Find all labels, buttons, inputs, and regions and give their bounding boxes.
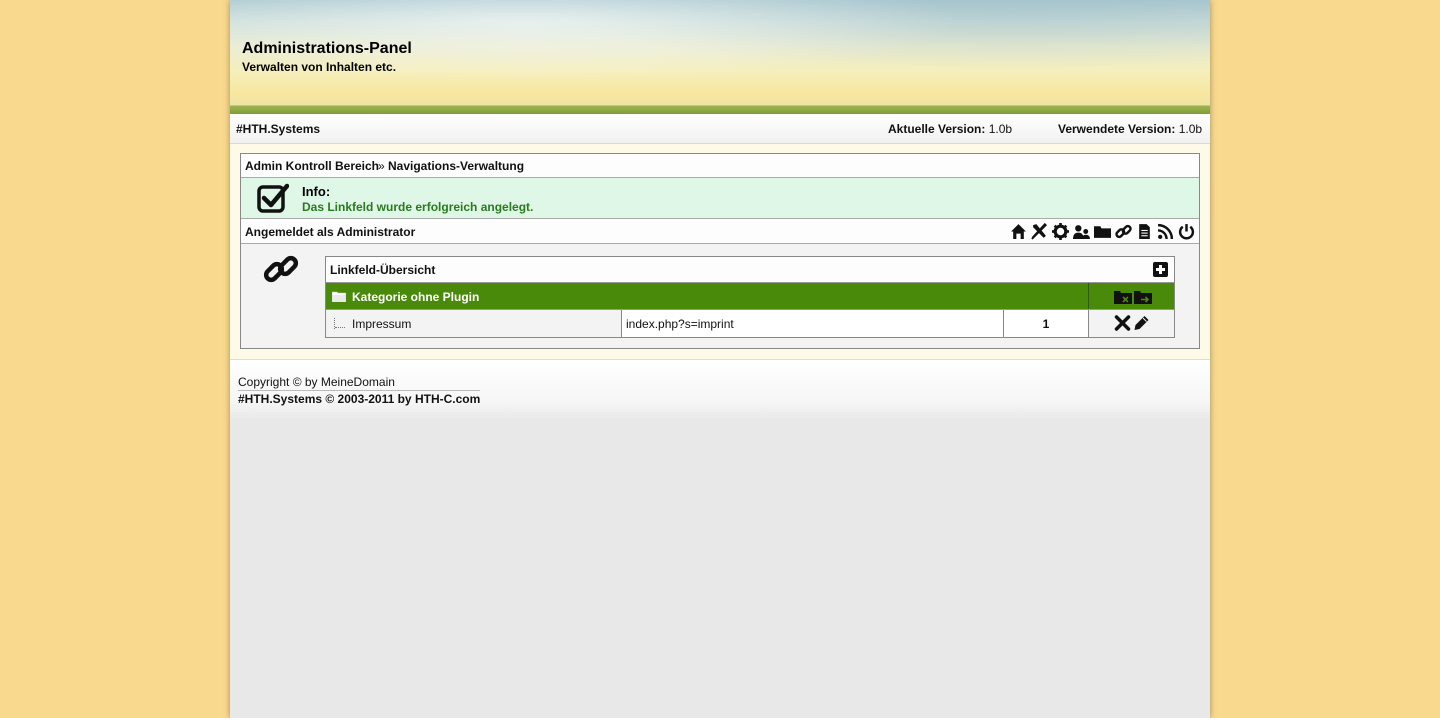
breadcrumb-root[interactable]: Admin Kontroll Bereich [245, 159, 379, 173]
link-name: Impressum [352, 317, 412, 331]
breadcrumb-current[interactable]: Navigations-Verwaltung [388, 159, 524, 173]
link-position-cell: 1 [1004, 310, 1089, 337]
used-version-value: 1.0b [1178, 122, 1203, 136]
folder-icon[interactable] [1093, 222, 1111, 240]
settings-icon[interactable] [1051, 222, 1069, 240]
used-version-label: Verwendete Version: [1058, 122, 1176, 136]
rss-icon[interactable] [1156, 222, 1174, 240]
logged-in-text: Angemeldet als Administrator [245, 225, 416, 239]
page-title: Administrations-Panel [242, 40, 412, 57]
link-position: 1 [1042, 317, 1050, 331]
checkbox-checked-icon [257, 183, 289, 213]
table-row: Impressum index.php?s=imprint 1 [326, 310, 1174, 337]
footer-copyright: Copyright © by MeineDomain [238, 375, 395, 391]
document-icon[interactable] [1135, 222, 1153, 240]
power-icon[interactable] [1177, 222, 1195, 240]
tools-icon[interactable] [1030, 222, 1048, 240]
link-actions-cell [1089, 310, 1174, 337]
info-message-box: Info: Das Linkfeld wurde erfolgreich ang… [241, 178, 1199, 219]
version-bar: #HTH.Systems Aktuelle Version: 1.0b Verw… [230, 114, 1210, 144]
breadcrumb-separator: » [378, 159, 385, 173]
current-version-label: Aktuelle Version: [888, 122, 986, 136]
folder-delete-icon[interactable] [1114, 289, 1132, 304]
page-subtitle: Verwalten von Inhalten etc. [242, 60, 397, 74]
link-icon[interactable] [1114, 222, 1132, 240]
footer: Copyright © by MeineDomain #HTH.Systems … [230, 359, 1210, 420]
current-version-value: 1.0b [988, 122, 1013, 136]
add-linkfield-icon[interactable] [1153, 262, 1168, 277]
edit-icon[interactable] [1133, 315, 1150, 331]
users-icon[interactable] [1072, 222, 1090, 240]
link-url-cell: index.php?s=imprint [622, 310, 1004, 337]
used-version: Verwendete Version: 1.0b [1058, 122, 1202, 136]
content-area: Admin Kontroll Bereich » Navigations-Ver… [230, 144, 1210, 359]
link-name-cell: Impressum [326, 310, 622, 337]
admin-panel-box: Admin Kontroll Bereich » Navigations-Ver… [240, 153, 1200, 349]
column-divider [1088, 283, 1089, 309]
linkfield-table-title: Linkfeld-Übersicht [330, 263, 436, 277]
category-row: Kategorie ohne Plugin [326, 283, 1174, 310]
info-label: Info: [302, 184, 331, 199]
header-banner: Administrations-Panel Verwalten von Inha… [230, 0, 1210, 114]
folder-open-icon [332, 291, 346, 302]
breadcrumb: Admin Kontroll Bereich » Navigations-Ver… [241, 154, 1199, 178]
category-actions [1114, 289, 1152, 304]
linkfield-table: Linkfeld-Übersicht Kategorie ohne Plugin [325, 256, 1175, 338]
brand-name: #HTH.Systems [236, 122, 321, 136]
session-bar: Angemeldet als Administrator [241, 219, 1199, 244]
info-message: Das Linkfeld wurde erfolgreich angelegt. [302, 200, 534, 214]
folder-move-icon[interactable] [1134, 289, 1152, 304]
tree-connector [334, 318, 345, 329]
link-url: index.php?s=imprint [626, 317, 734, 331]
linkfield-table-header: Linkfeld-Übersicht [326, 257, 1174, 283]
navigation-link-icon [263, 255, 299, 283]
category-name: Kategorie ohne Plugin [352, 290, 480, 304]
delete-icon[interactable] [1114, 315, 1131, 331]
admin-toolbar [1009, 222, 1195, 240]
page-container: Administrations-Panel Verwalten von Inha… [230, 0, 1210, 718]
current-version: Aktuelle Version: 1.0b [888, 122, 1012, 136]
home-icon[interactable] [1009, 222, 1027, 240]
footer-system[interactable]: #HTH.Systems © 2003-2011 by HTH-C.com [238, 390, 481, 406]
